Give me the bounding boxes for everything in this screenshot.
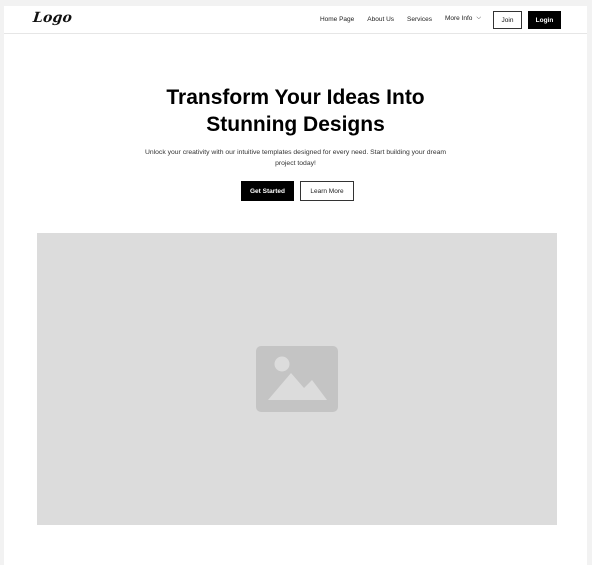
nav-services[interactable]: Services [407, 16, 432, 23]
logo[interactable]: Logo [32, 10, 73, 26]
hero-title: Transform Your Ideas Into Stunning Desig… [4, 84, 587, 138]
learn-more-button[interactable]: Learn More [300, 181, 354, 201]
hero-image-placeholder [37, 233, 557, 525]
nav-more-info[interactable]: More Info ⌵ [445, 15, 481, 23]
join-button[interactable]: Join [493, 11, 522, 29]
login-button[interactable]: Login [528, 11, 561, 29]
hero-subtitle: Unlock your creativity with our intuitiv… [144, 149, 447, 167]
get-started-button[interactable]: Get Started [241, 181, 294, 201]
page: Logo Home Page About Us Services More In… [4, 6, 587, 565]
nav-more-info-label: More Info [444, 15, 473, 22]
hero-title-line-2: Stunning Designs [206, 113, 385, 136]
chevron-down-icon: ⌵ [476, 15, 481, 21]
nav-about-us[interactable]: About Us [367, 16, 394, 23]
nav-home-page[interactable]: Home Page [320, 16, 354, 23]
image-placeholder-icon [256, 346, 338, 412]
header-navbar: Logo Home Page About Us Services More In… [4, 6, 587, 34]
hero-title-line-1: Transform Your Ideas Into [166, 86, 425, 109]
main-nav: Home Page About Us Services More Info ⌵ [320, 15, 481, 23]
